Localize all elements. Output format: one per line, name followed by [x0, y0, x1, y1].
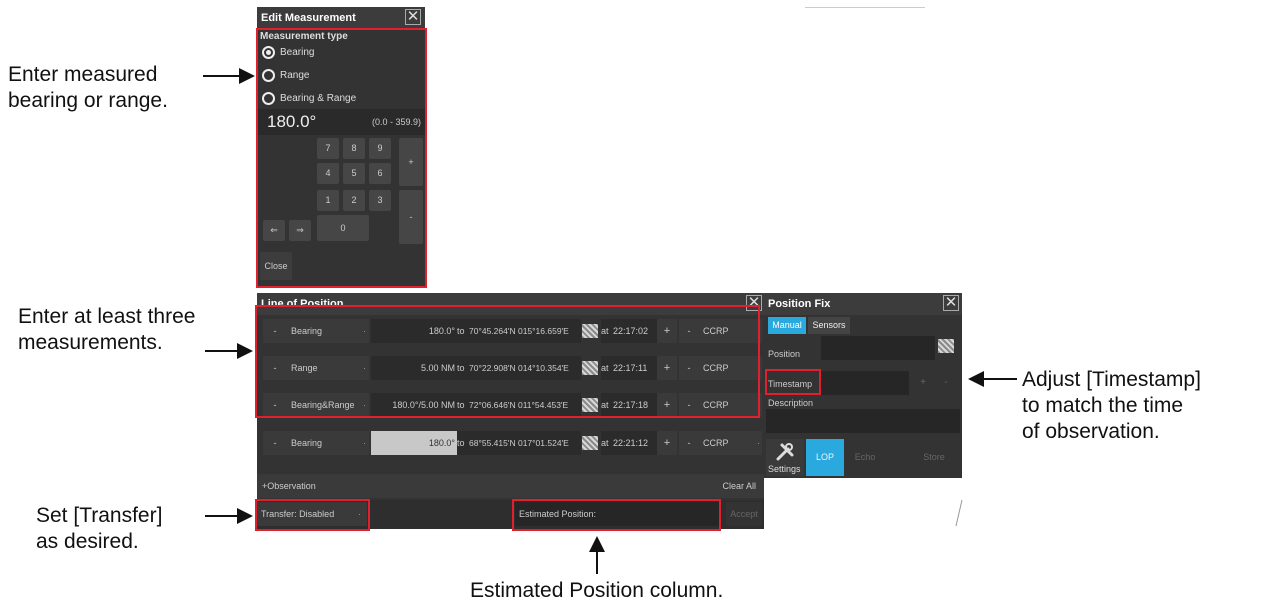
arrows-overlay — [203, 68, 1017, 574]
